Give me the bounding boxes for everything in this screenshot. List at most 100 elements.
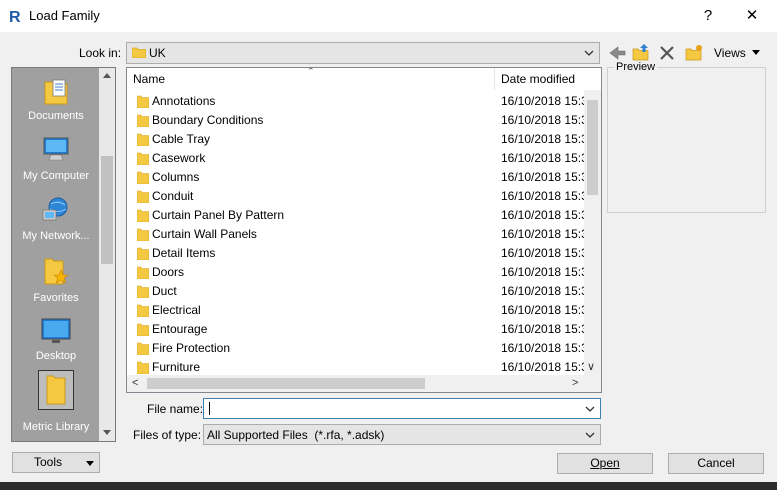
scroll-right-icon[interactable]: > <box>572 377 578 389</box>
place-label: Desktop <box>35 350 77 362</box>
place-label: My Computer <box>22 170 90 182</box>
scroll-down-icon[interactable]: ∨ <box>587 360 595 373</box>
chevron-down-icon <box>584 50 594 56</box>
places-scroll-thumb[interactable] <box>101 156 113 264</box>
file-row[interactable]: Columns 16/10/2018 15:3 <box>127 168 585 187</box>
file-row[interactable]: Curtain Wall Panels 16/10/2018 15:3 <box>127 225 585 244</box>
svg-text:R: R <box>9 9 21 25</box>
file-row[interactable]: Curtain Panel By Pattern 16/10/2018 15:3 <box>127 206 585 225</box>
file-row[interactable]: Detail Items 16/10/2018 15:3 <box>127 244 585 263</box>
back-icon[interactable] <box>607 43 627 63</box>
hscroll-thumb[interactable] <box>147 378 425 389</box>
file-list[interactable]: Name ⌃ Date modified Annotations 16/10/20… <box>126 67 602 393</box>
file-name: Curtain Wall Panels <box>152 227 257 241</box>
place-my-network[interactable]: My Network... <box>12 196 100 242</box>
new-folder-icon[interactable] <box>684 43 704 63</box>
network-icon <box>42 197 68 221</box>
file-name: Cable Tray <box>152 132 211 146</box>
place-my-computer[interactable]: My Computer <box>12 136 100 182</box>
file-date: 16/10/2018 15:3 <box>501 170 585 184</box>
file-date: 16/10/2018 15:3 <box>501 360 585 374</box>
desktop-icon <box>41 318 71 343</box>
file-name: Casework <box>152 151 206 165</box>
file-date: 16/10/2018 15:3 <box>501 284 585 298</box>
folder-icon <box>137 342 149 355</box>
look-in-label: Look in: <box>79 46 122 60</box>
file-date: 16/10/2018 15:3 <box>501 132 585 146</box>
place-metric-library[interactable]: Metric Library <box>12 370 100 433</box>
file-row[interactable]: Cable Tray 16/10/2018 15:3 <box>127 130 585 149</box>
cancel-button[interactable]: Cancel <box>668 453 764 474</box>
file-date: 16/10/2018 15:3 <box>501 246 585 260</box>
place-documents[interactable]: Documents <box>12 76 100 122</box>
place-label: Favorites <box>33 292 79 304</box>
file-name: Doors <box>152 265 185 279</box>
file-name-label: File name: <box>147 402 204 416</box>
column-header-date[interactable]: Date modified <box>501 68 591 90</box>
folder-icon <box>46 375 66 405</box>
scroll-up-icon[interactable] <box>103 73 111 78</box>
folder-icon <box>137 95 149 108</box>
folder-icon <box>132 47 146 58</box>
file-row[interactable]: Annotations 16/10/2018 15:3 <box>127 92 585 111</box>
chevron-down-icon <box>585 432 595 438</box>
file-row[interactable]: Electrical 16/10/2018 15:3 <box>127 301 585 320</box>
delete-icon[interactable] <box>657 43 677 63</box>
file-row[interactable]: Fire Protection 16/10/2018 15:3 <box>127 339 585 358</box>
folder-icon <box>137 228 149 241</box>
chevron-down-icon[interactable] <box>584 403 596 415</box>
file-row[interactable]: Entourage 16/10/2018 15:3 <box>127 320 585 339</box>
folder-icon <box>137 190 149 203</box>
folder-icon <box>137 133 149 146</box>
file-name-input[interactable] <box>203 398 601 419</box>
scroll-down-icon[interactable] <box>103 430 111 435</box>
file-row[interactable]: Duct 16/10/2018 15:3 <box>127 282 585 301</box>
file-date: 16/10/2018 15:3 <box>501 265 585 279</box>
folder-icon <box>137 152 149 165</box>
look-in-combo[interactable]: UK <box>126 42 600 64</box>
folder-icon <box>137 114 149 127</box>
preview-label: Preview <box>614 61 658 73</box>
file-name: Entourage <box>152 322 208 336</box>
file-name: Conduit <box>152 189 194 203</box>
title-bar <box>0 0 777 32</box>
folder-icon <box>137 209 149 222</box>
file-date: 16/10/2018 15:3 <box>501 303 585 317</box>
views-menu-label[interactable]: Views <box>714 46 746 60</box>
up-folder-icon[interactable] <box>631 43 651 63</box>
file-row[interactable]: Casework 16/10/2018 15:3 <box>127 149 585 168</box>
open-button[interactable]: Open <box>557 453 653 474</box>
place-label: Documents <box>28 110 84 122</box>
place-favorites[interactable]: Favorites <box>12 256 100 304</box>
file-list-hscrollbar[interactable]: < > <box>127 375 601 392</box>
folder-icon <box>137 285 149 298</box>
close-button[interactable]: ✕ <box>734 4 770 28</box>
folder-icon <box>137 304 149 317</box>
tools-dropdown-arrow-icon <box>86 461 94 466</box>
file-row[interactable]: Doors 16/10/2018 15:3 <box>127 263 585 282</box>
vscroll-thumb[interactable] <box>587 100 598 195</box>
preview-pane <box>607 67 766 213</box>
computer-icon <box>43 137 69 161</box>
place-label: Metric Library <box>22 421 90 433</box>
scroll-left-icon[interactable]: < <box>132 377 138 389</box>
column-separator[interactable] <box>494 68 495 90</box>
file-name: Boundary Conditions <box>152 113 264 127</box>
file-name: Detail Items <box>152 246 216 260</box>
text-caret <box>209 402 210 415</box>
file-row[interactable]: Conduit 16/10/2018 15:3 <box>127 187 585 206</box>
place-desktop[interactable]: Desktop <box>12 316 100 362</box>
selection-frame <box>38 370 74 410</box>
folder-icon <box>137 171 149 184</box>
places-scrollbar[interactable] <box>99 68 115 441</box>
views-dropdown-arrow-icon[interactable] <box>752 50 760 55</box>
file-row[interactable]: Boundary Conditions 16/10/2018 15:3 <box>127 111 585 130</box>
file-date: 16/10/2018 15:3 <box>501 189 585 203</box>
help-button[interactable]: ? <box>690 4 726 28</box>
file-list-vscrollbar[interactable]: ∨ <box>584 90 601 375</box>
tools-button[interactable]: Tools <box>12 452 100 473</box>
files-of-type-combo[interactable]: All Supported Files (*.rfa, *.adsk) <box>203 424 601 445</box>
window-title: Load Family <box>29 8 100 23</box>
file-name: Columns <box>152 170 200 184</box>
file-date: 16/10/2018 15:3 <box>501 113 585 127</box>
